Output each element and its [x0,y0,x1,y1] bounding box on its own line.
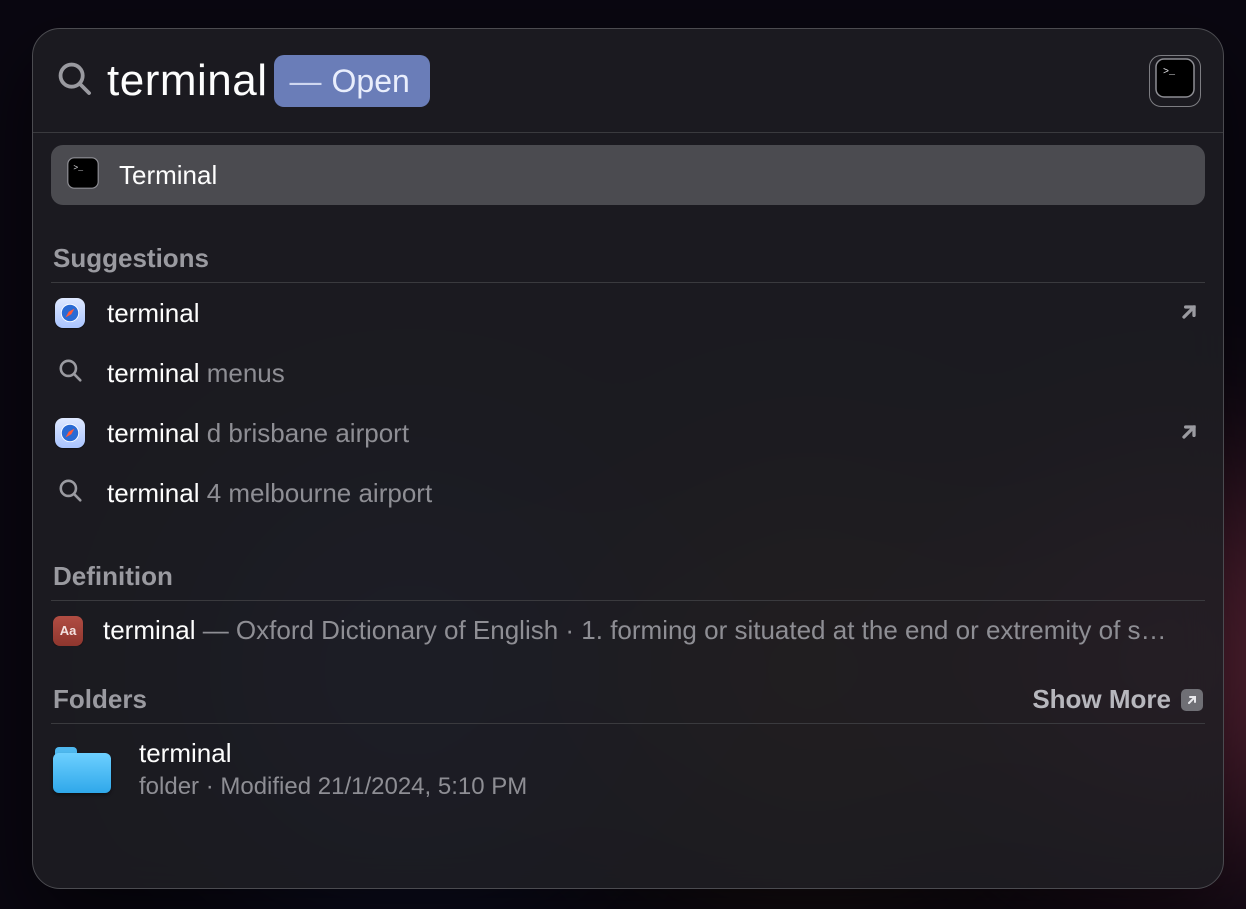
open-external-icon [1179,418,1199,449]
dash-icon: — [290,65,322,97]
terminal-icon: >_ [1155,58,1195,103]
folder-icon [53,747,111,793]
search-row: terminal — Open >_ [33,29,1223,133]
dictionary-icon: Aa [53,616,83,646]
safari-icon [55,298,85,328]
svg-text:>_: >_ [73,163,83,172]
suggestion-text: terminal 4 melbourne airport [107,478,432,509]
search-input[interactable]: terminal — Open [107,55,430,107]
search-action-pill[interactable]: — Open [274,55,430,107]
section-title: Suggestions [53,243,209,274]
folder-row[interactable]: terminal folder · Modified 21/1/2024, 5:1… [51,724,1205,801]
show-more-button[interactable]: Show More [1032,684,1203,715]
suggestion-text: terminal menus [107,358,285,389]
suggestion-row[interactable]: terminal menus [51,343,1205,403]
section-header-definition: Definition [51,561,1205,601]
top-hit-app-icon: >_ [1149,55,1201,107]
section-header-folders: Folders Show More [51,684,1205,724]
folder-name: terminal [139,738,527,769]
terminal-icon: >_ [67,157,99,194]
suggestion-row[interactable]: terminal d brisbane airport [51,403,1205,463]
suggestion-row[interactable]: terminal [51,283,1205,343]
search-icon [57,357,83,390]
safari-icon [55,418,85,448]
folders-list: terminal folder · Modified 21/1/2024, 5:1… [51,724,1205,801]
open-external-icon [1179,298,1199,329]
section-header-suggestions: Suggestions [51,243,1205,283]
search-icon [55,59,93,102]
suggestion-text: terminal [107,298,199,329]
top-hit-row[interactable]: >_ Terminal [51,145,1205,205]
suggestion-row[interactable]: terminal 4 melbourne airport [51,463,1205,523]
suggestions-list: terminal terminal menus terminal d brisban… [51,283,1205,523]
search-icon [57,477,83,510]
definition-row[interactable]: Aa terminal — Oxford Dictionary of Engli… [51,601,1205,646]
section-title: Definition [53,561,173,592]
folder-meta: folder · Modified 21/1/2024, 5:10 PM [139,773,527,801]
top-hit-label: Terminal [119,160,217,191]
section-title: Folders [53,684,147,715]
svg-text:>_: >_ [1163,67,1176,78]
spotlight-panel: terminal — Open >_ >_ [32,28,1224,889]
suggestion-text: terminal d brisbane airport [107,418,409,449]
search-query-text: terminal [107,59,268,103]
search-action-label: Open [332,65,410,97]
definition-text: terminal — Oxford Dictionary of English … [103,615,1167,646]
expand-icon [1181,689,1203,711]
